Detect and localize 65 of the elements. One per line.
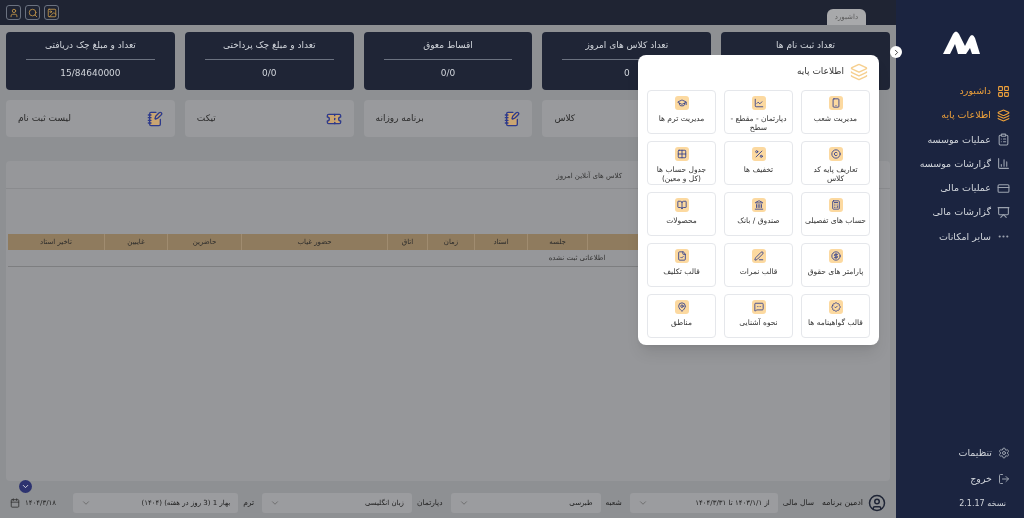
sidebar-item[interactable]: سایر امکانات	[919, 229, 1010, 244]
notepad-icon	[146, 110, 163, 127]
bank-icon	[751, 198, 766, 212]
sidebar-item[interactable]: گزارشات مالی	[919, 205, 1010, 220]
clipboard-icon	[997, 133, 1010, 147]
settings-icon	[998, 446, 1010, 459]
version-text: نسخه 2.1.17	[958, 498, 1007, 510]
chevron-icon	[637, 498, 648, 508]
grid-icon	[674, 147, 689, 161]
layers-icon	[850, 63, 868, 81]
sidebar-item[interactable]: گزارشات موسسه	[919, 156, 1010, 171]
layers-icon	[997, 108, 1010, 122]
collapse-button[interactable]	[890, 46, 902, 58]
search-icon	[27, 7, 38, 18]
chevron-icon	[458, 498, 469, 508]
stat-title: تعداد و مبلغ چک دریافتی	[44, 39, 136, 52]
image-icon	[46, 7, 57, 18]
chevron-icon	[81, 498, 92, 508]
pen-icon	[751, 249, 766, 263]
sidebar-item[interactable]: خروج	[958, 471, 1010, 486]
book-icon	[674, 198, 689, 212]
grid-icon	[997, 84, 1010, 98]
sidebar-item[interactable]: داشبورد	[919, 84, 1010, 99]
sidebar-item[interactable]: تنظیمات	[958, 445, 1010, 460]
expand-button[interactable]	[19, 480, 32, 493]
chat-icon	[751, 300, 766, 314]
stat-value: 0	[623, 66, 630, 80]
chevron-icon	[270, 498, 280, 508]
popup-title: اطلاعات پایه	[796, 65, 844, 79]
map-pin-icon	[674, 300, 689, 314]
phone-icon	[828, 96, 843, 110]
file-check-icon	[674, 249, 689, 263]
percent-icon	[751, 147, 766, 161]
sidebar-item[interactable]: عملیات موسسه	[919, 132, 1010, 147]
dollar-icon	[828, 249, 843, 263]
stat-value: 0/0	[261, 66, 277, 80]
bar-chart-icon	[997, 157, 1010, 171]
stat-title: تعداد ثبت نام ها	[776, 39, 836, 52]
chart-icon	[751, 96, 766, 110]
calendar-icon	[10, 498, 20, 508]
search-button[interactable]	[25, 5, 40, 20]
image-button[interactable]	[44, 5, 59, 20]
card-icon	[997, 181, 1010, 195]
graduation-cap-icon	[674, 96, 689, 110]
avatar-icon	[868, 494, 886, 512]
stat-title: تعداد کلاس های امروز	[585, 39, 669, 52]
user-name: ادمین برنامه	[822, 497, 863, 509]
quick-link[interactable]: برنامه روزانه	[363, 100, 533, 137]
chevron-icon	[21, 482, 30, 491]
stat-title: اقساط معوق	[423, 39, 473, 52]
stat-value: 15/84640000	[60, 66, 121, 80]
user-button[interactable]	[6, 5, 21, 20]
badge-icon	[828, 300, 843, 314]
c-letter-icon	[828, 147, 843, 161]
stat-value: 0/0	[440, 66, 456, 80]
notepad-icon	[504, 110, 521, 127]
calculator-icon	[828, 198, 843, 212]
presentation-icon	[997, 205, 1010, 219]
sidebar-item[interactable]: اطلاعات پایه	[919, 108, 1010, 123]
logout-icon	[998, 472, 1010, 485]
user-icon	[8, 7, 19, 18]
quick-link[interactable]: لیست ثبت نام	[6, 100, 175, 137]
stat-title: تعداد و مبلغ چک پرداختی	[222, 39, 316, 52]
sidebar-item[interactable]: عملیات مالی	[919, 181, 1010, 196]
quick-link[interactable]: تیکت	[184, 100, 354, 137]
